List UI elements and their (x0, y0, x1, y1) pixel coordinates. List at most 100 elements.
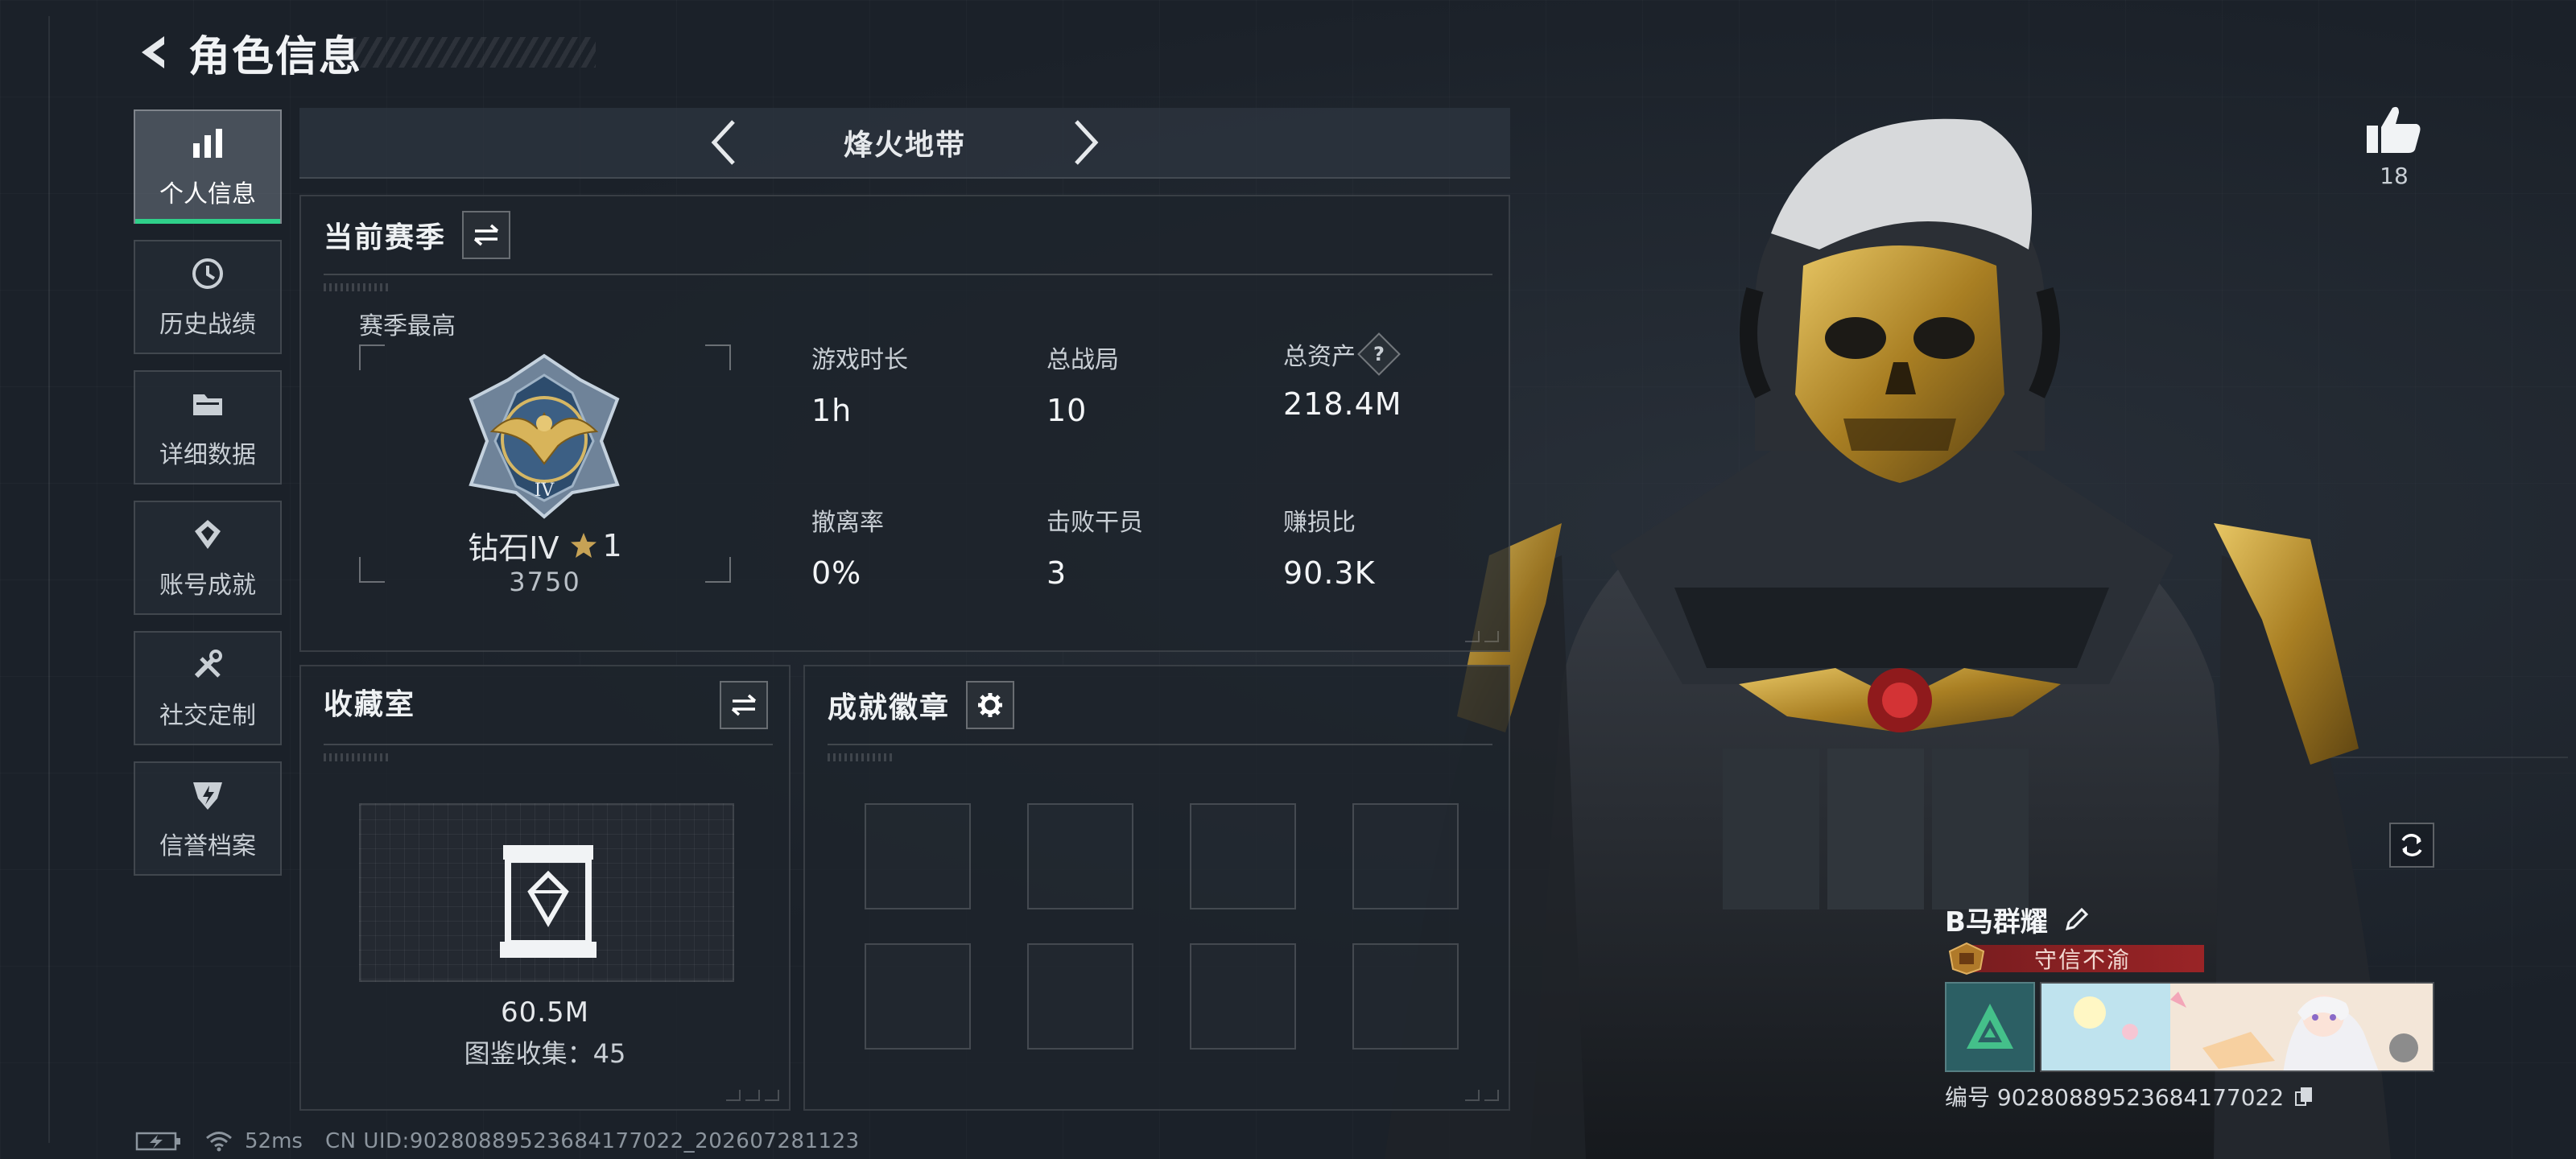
diamond-rank-badge-icon: IV (469, 353, 620, 519)
mode-title: 烽火地带 (843, 129, 966, 162)
star-icon (570, 532, 597, 558)
stat-value: 10 (1046, 393, 1088, 428)
player-name-row: B马群耀 (1945, 898, 2436, 940)
chevron-right-icon (1075, 120, 1099, 165)
stat-label: 击败干员 (1046, 509, 1143, 537)
battery-icon (135, 1132, 180, 1151)
stat-label: 游戏时长 (811, 346, 908, 374)
season-switch-button[interactable] (462, 211, 511, 259)
collection-value: 60.5M (500, 996, 590, 1029)
anime-banner-illustration (2041, 984, 2433, 1070)
rank-score: 3750 (509, 567, 581, 597)
chevron-left-icon (711, 120, 735, 165)
refresh-appearance-button[interactable] (2389, 823, 2434, 868)
divider (828, 744, 1492, 745)
badge-slot[interactable] (1190, 803, 1296, 909)
achievement-icon (188, 515, 227, 554)
tools-icon (188, 645, 227, 684)
mode-prev-button[interactable] (696, 114, 752, 171)
wifi-icon (206, 1132, 232, 1152)
profile-banner-image[interactable] (2040, 982, 2434, 1072)
player-title-badge: 守信不渝 (1961, 945, 2204, 973)
rank-name: 钻石IV (468, 530, 559, 566)
card-media (1945, 982, 2436, 1072)
decor-ticks (324, 753, 388, 761)
nav-item-label: 账号成就 (159, 571, 256, 600)
swap-icon (731, 694, 757, 716)
corner-decor (1465, 631, 1499, 642)
avatar[interactable] (1945, 982, 2035, 1072)
network-indicator: 52ms (204, 1129, 303, 1153)
page-title: 角色信息 (188, 32, 363, 81)
badge-slot[interactable] (1027, 803, 1133, 909)
collection-display[interactable] (359, 803, 734, 982)
badge-slot[interactable] (1027, 943, 1133, 1050)
decor-ticks (324, 283, 388, 291)
like-widget[interactable]: 18 (2362, 103, 2426, 189)
title-badge-row: 守信不渝 (1945, 942, 2436, 975)
stat-label: 总资产 ? (1283, 332, 1402, 376)
nav-item-label: 历史战绩 (159, 311, 256, 339)
nav-item-credit-profile[interactable]: 信誉档案 (134, 761, 282, 876)
nav-item-match-history[interactable]: 历史战绩 (134, 240, 282, 354)
bar-chart-icon (188, 124, 227, 163)
badge-slot[interactable] (1352, 803, 1459, 909)
ping-value: 52ms (245, 1129, 303, 1153)
help-icon: ? (1373, 342, 1385, 365)
stat-value: 0% (811, 555, 862, 591)
stat-label-text: 总资产 (1283, 343, 1356, 371)
nav-item-account-achievements[interactable]: 账号成就 (134, 501, 282, 615)
collection-panel-title: 收藏室 (324, 688, 416, 721)
achievements-settings-button[interactable] (966, 681, 1015, 729)
stat-label: 总战局 (1046, 346, 1119, 374)
stat-value: 218.4M (1283, 386, 1402, 422)
mode-selector: 烽火地带 (299, 108, 1510, 179)
stat-play-time: 游戏时长 1h (811, 340, 908, 428)
badge-slot[interactable] (1190, 943, 1296, 1050)
season-panel-title: 当前赛季 (324, 221, 447, 254)
stat-extraction-rate: 撤离率 0% (811, 502, 884, 591)
hud-line (48, 16, 50, 1143)
collection-panel: 收藏室 60.5M 图鉴收集：45 (299, 665, 791, 1111)
collection-count: 图鉴收集：45 (464, 1038, 626, 1069)
achievements-panel: 成就徽章 (803, 665, 1510, 1111)
rank-frame: IV 钻石IV 1 3750 (359, 344, 731, 597)
player-name: B马群耀 (1945, 905, 2048, 938)
collection-switch-button[interactable] (720, 681, 768, 729)
stat-operators-defeated: 击败干员 3 (1046, 502, 1143, 591)
stat-value: 1h (811, 393, 852, 428)
rank-name-row: 钻石IV 1 (359, 523, 731, 567)
nav-item-detailed-data[interactable]: 详细数据 (134, 370, 282, 485)
player-id: 编号 90280889523684177022 (1945, 1084, 2285, 1111)
edit-name-button[interactable] (2059, 901, 2095, 937)
badge-grid (865, 803, 1459, 1050)
uid-line: CN UID:90280889523684177022_202607281123 (324, 1129, 860, 1153)
nav-item-personal-info[interactable]: 个人信息 (134, 109, 282, 224)
copy-id-button[interactable] (2292, 1084, 2316, 1108)
svg-text:IV: IV (535, 481, 555, 501)
nav-item-social-custom[interactable]: 社交定制 (134, 631, 282, 745)
side-nav: 个人信息 历史战绩 详细数据 账号成就 社交定制 信誉档案 (134, 109, 282, 892)
season-best-label: 赛季最高 (359, 312, 456, 340)
player-id-row: 编号 90280889523684177022 (1945, 1080, 2436, 1112)
badge-slot[interactable] (1352, 943, 1459, 1050)
page-header: 角色信息 (129, 24, 363, 81)
nav-item-label: 个人信息 (159, 180, 256, 208)
achievements-panel-header: 成就徽章 (828, 681, 1015, 729)
help-button[interactable]: ? (1357, 332, 1401, 376)
back-button[interactable] (129, 28, 177, 76)
status-bar: 52ms CN UID:90280889523684177022_2026072… (135, 1127, 882, 1156)
badge-slot[interactable] (865, 803, 971, 909)
player-card: B马群耀 守信不渝 编号 90280889523684177022 (1945, 898, 2436, 1112)
mode-next-button[interactable] (1058, 114, 1114, 171)
nav-item-label: 社交定制 (159, 702, 256, 730)
history-icon (188, 254, 227, 293)
badge-slot[interactable] (865, 943, 971, 1050)
decor-ticks (828, 753, 892, 761)
rank-stars: 1 (602, 527, 622, 563)
refresh-icon (2401, 834, 2422, 856)
pencil-icon (2065, 907, 2089, 931)
collection-panel-header: 收藏室 (324, 681, 768, 723)
stat-profit-loss-ratio: 赚损比 90.3K (1283, 502, 1376, 591)
title-stripes (338, 37, 596, 68)
